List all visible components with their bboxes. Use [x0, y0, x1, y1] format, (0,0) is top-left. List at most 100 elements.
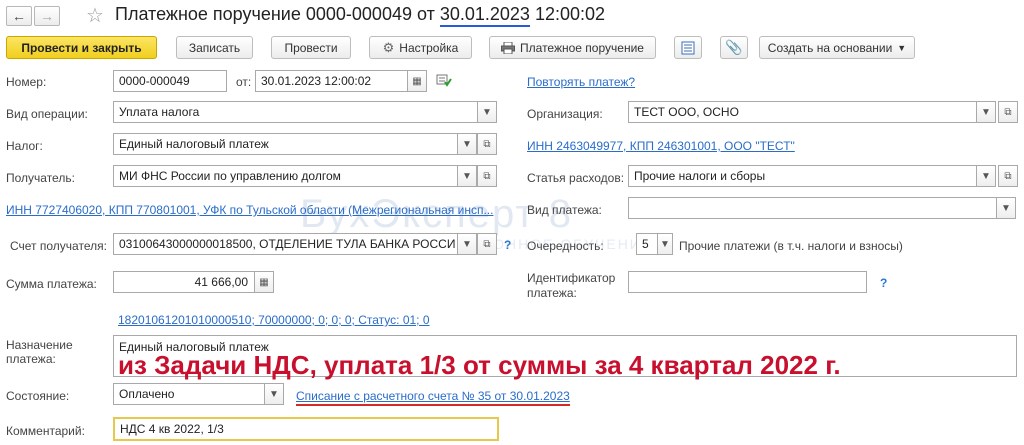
tax-label: Налог:	[6, 139, 43, 153]
recipient-account-field[interactable]: 03100643000000018500, ОТДЕЛЕНИЕ ТУЛА БАН…	[113, 233, 458, 255]
amount-field[interactable]: 41 666,00	[113, 271, 255, 293]
payment-kind-label: Вид платежа:	[527, 203, 602, 217]
organization-label: Организация:	[527, 107, 603, 121]
payment-kind-select[interactable]	[628, 197, 997, 219]
date-label: от:	[236, 75, 252, 89]
writeoff-document-link[interactable]: Списание с расчетного счета № 35 от 30.0…	[296, 389, 570, 406]
save-label: Записать	[188, 40, 241, 55]
operation-type-label: Вид операции:	[6, 107, 88, 121]
recipient-account-label: Счет получателя:	[10, 239, 107, 253]
open-icon: ⧉	[1004, 106, 1012, 118]
dropdown-arrow-icon: ▼	[462, 238, 472, 250]
number-field[interactable]: 0000-000049	[113, 70, 227, 92]
back-button[interactable]: ←	[6, 6, 32, 26]
organization-open-button[interactable]: ⧉	[998, 101, 1018, 123]
print-payment-order-label: Платежное поручение	[520, 40, 644, 55]
save-button[interactable]: Записать	[176, 36, 253, 59]
writeoff-document-link-text: Списание с расчетного счета № 35 от 30.0…	[296, 389, 570, 403]
dropdown-arrow-icon: ▼	[269, 388, 279, 400]
printer-icon	[501, 41, 516, 54]
state-label: Состояние:	[6, 389, 70, 403]
open-icon: ⧉	[483, 170, 491, 182]
favorite-star-icon[interactable]: ☆	[86, 3, 104, 28]
tax-open-button[interactable]: ⧉	[477, 133, 497, 155]
recipient-field[interactable]: МИ ФНС России по управлению долгом	[113, 165, 458, 187]
dropdown-arrow-icon: ▼	[1001, 202, 1011, 214]
dropdown-arrow-icon: ▼	[462, 170, 472, 182]
priority-description: Прочие платежи (в т.ч. налоги и взносы)	[679, 239, 903, 253]
priority-dropdown[interactable]: ▼	[657, 233, 673, 255]
arrow-left-icon: ←	[12, 8, 26, 24]
recipient-account-open-button[interactable]: ⧉	[477, 233, 497, 255]
identifier-label-line1: Идентификатор	[527, 271, 616, 285]
post-label: Провести	[284, 40, 338, 55]
state-select[interactable]: Оплачено	[113, 383, 265, 405]
identifier-field[interactable]	[628, 271, 867, 293]
priority-label: Очередность:	[527, 239, 604, 253]
comment-label: Комментарий:	[6, 424, 85, 438]
dropdown-arrow-icon: ▼	[981, 106, 991, 118]
create-based-on-label: Создать на основании	[767, 40, 893, 55]
organization-dropdown[interactable]: ▼	[976, 101, 996, 123]
settings-label: Настройка	[399, 40, 459, 55]
document-structure-icon	[681, 41, 695, 55]
create-based-on-button[interactable]: Создать на основании ▼	[759, 36, 915, 59]
settings-button[interactable]: ⚙ Настройка	[369, 36, 472, 59]
attach-files-button[interactable]: 📎	[720, 36, 748, 59]
open-icon: ⧉	[483, 138, 491, 150]
post-and-close-button[interactable]: Провести и закрыть	[6, 36, 157, 59]
open-icon: ⧉	[1004, 170, 1012, 182]
forward-button[interactable]: →	[34, 6, 60, 26]
identifier-help-icon[interactable]: ?	[880, 276, 887, 290]
purpose-label-line1: Назначение	[6, 338, 73, 352]
dropdown-arrow-icon: ▼	[660, 238, 670, 250]
recipient-label: Получатель:	[6, 171, 75, 185]
calculator-button[interactable]: ▦	[254, 271, 274, 293]
dropdown-arrow-icon: ▼	[462, 138, 472, 150]
post-and-close-label: Провести и закрыть	[21, 40, 142, 55]
paperclip-icon: 📎	[725, 39, 743, 55]
title-time: 12:00:02	[529, 4, 606, 24]
recipient-open-button[interactable]: ⧉	[477, 165, 497, 187]
operation-type-select[interactable]: Уплата налога	[113, 101, 478, 123]
title-date: 30.01.2023	[439, 4, 530, 27]
calendar-icon: ▦	[412, 75, 422, 87]
post-button[interactable]: Провести	[271, 36, 351, 59]
state-dropdown[interactable]: ▼	[264, 383, 284, 405]
structure-button[interactable]	[674, 36, 702, 59]
dropdown-arrow-icon: ▼	[981, 170, 991, 182]
recipient-account-help-icon[interactable]: ?	[504, 238, 511, 252]
arrow-right-icon: →	[40, 8, 54, 24]
tax-field[interactable]: Единый налоговый платеж	[113, 133, 458, 155]
comment-field[interactable]: НДС 4 кв 2022, 1/3	[113, 417, 499, 441]
recipient-account-dropdown[interactable]: ▼	[457, 233, 477, 255]
recipient-inn-link[interactable]: ИНН 7727406020, КПП 770801001, УФК по Ту…	[6, 203, 493, 217]
tax-dropdown[interactable]: ▼	[457, 133, 477, 155]
number-label: Номер:	[6, 75, 47, 89]
repeat-payment-link[interactable]: Повторять платеж?	[527, 75, 635, 89]
calculator-icon: ▦	[259, 276, 269, 288]
organization-field[interactable]: ТЕСТ ООО, ОСНО	[628, 101, 977, 123]
identifier-label-line2: платежа:	[527, 286, 577, 300]
date-field[interactable]: 30.01.2023 12:00:02	[255, 70, 408, 92]
expense-item-open-button[interactable]: ⧉	[998, 165, 1018, 187]
operation-type-dropdown[interactable]: ▼	[477, 101, 497, 123]
print-payment-order-button[interactable]: Платежное поручение	[489, 36, 656, 59]
status-journal-icon[interactable]	[436, 73, 452, 87]
task-annotation: из Задачи НДС, уплата 1/3 от суммы за 4 …	[118, 350, 841, 380]
gear-icon: ⚙	[382, 39, 395, 55]
amount-label: Сумма платежа:	[6, 277, 97, 291]
page-title: Платежное поручение 0000-000049 от 30.01…	[115, 4, 606, 27]
expense-item-field[interactable]: Прочие налоги и сборы	[628, 165, 977, 187]
organization-inn-link[interactable]: ИНН 2463049977, КПП 246301001, ООО "ТЕСТ…	[527, 139, 795, 153]
expense-item-dropdown[interactable]: ▼	[976, 165, 996, 187]
open-icon: ⧉	[483, 238, 491, 250]
purpose-label-line2: платежа:	[6, 352, 56, 366]
payment-kind-dropdown[interactable]: ▼	[996, 197, 1016, 219]
expense-item-label: Статья расходов:	[527, 171, 625, 185]
kbk-details-link[interactable]: 18201061201010000510; 70000000; 0; 0; 0;…	[118, 313, 430, 327]
recipient-dropdown[interactable]: ▼	[457, 165, 477, 187]
calendar-button[interactable]: ▦	[407, 70, 427, 92]
dropdown-arrow-icon: ▼	[897, 42, 907, 53]
title-prefix: Платежное поручение 0000-000049 от	[115, 4, 440, 24]
